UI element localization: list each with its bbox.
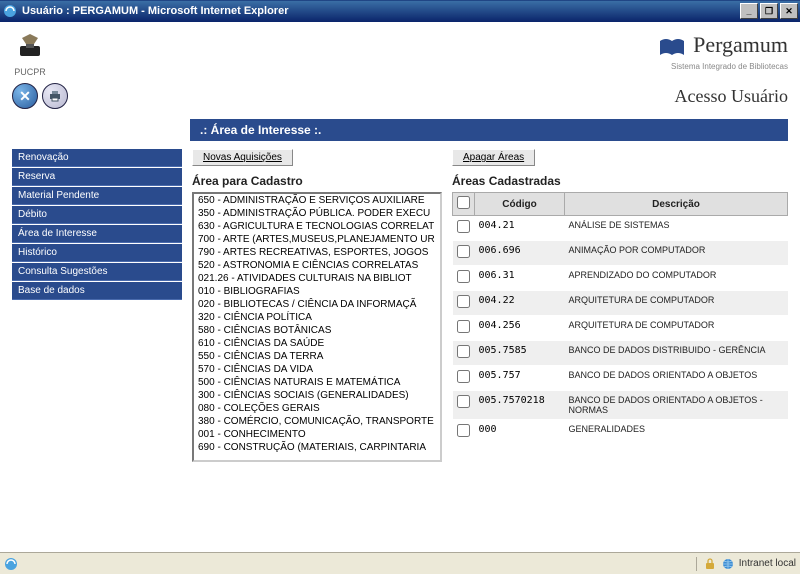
areas-cadastradas-table: Código Descrição 004.21ANÁLISE DE SISTEM… — [452, 192, 788, 445]
row-desc: ARQUITETURA DE COMPUTADOR — [565, 291, 788, 316]
row-checkbox[interactable] — [457, 270, 470, 283]
novas-aquisicoes-button[interactable]: Novas Aquisições — [192, 149, 293, 166]
close-panel-button[interactable]: ✕ — [12, 83, 38, 109]
table-row: 005.7570218BANCO DE DADOS ORIENTADO A OB… — [453, 391, 788, 420]
listbox-item[interactable]: 580 - CIÊNCIAS BOTÂNICAS — [194, 324, 440, 337]
listbox-item[interactable]: 021.26 - ATIVIDADES CULTURAIS NA BIBLIOT — [194, 272, 440, 285]
row-code: 005.7570218 — [475, 391, 565, 420]
row-code: 005.7585 — [475, 341, 565, 366]
globe-icon — [721, 557, 735, 571]
print-button[interactable] — [42, 83, 68, 109]
maximize-button[interactable]: ❐ — [760, 3, 778, 19]
listbox-item[interactable]: 610 - CIÊNCIAS DA SAÚDE — [194, 337, 440, 350]
table-row: 005.7585BANCO DE DADOS DISTRIBUIDO - GER… — [453, 341, 788, 366]
listbox-item[interactable]: 790 - ARTES RECREATIVAS, ESPORTES, JOGOS — [194, 246, 440, 259]
row-checkbox[interactable] — [457, 395, 470, 408]
row-desc: GENERALIDADES — [565, 420, 788, 445]
row-desc: APRENDIZADO DO COMPUTADOR — [565, 266, 788, 291]
table-row: 006.31APRENDIZADO DO COMPUTADOR — [453, 266, 788, 291]
listbox-item[interactable]: 630 - AGRICULTURA E TECNOLOGIAS CORRELAT — [194, 220, 440, 233]
brand-subtitle: Sistema Integrado de Bibliotecas — [658, 62, 788, 71]
pucpr-crest-icon — [12, 32, 48, 62]
row-desc: BANCO DE DADOS ORIENTADO A OBJETOS — [565, 366, 788, 391]
th-codigo: Código — [475, 193, 565, 216]
listbox-item[interactable]: 500 - CIÊNCIAS NATURAIS E MATEMÁTICA — [194, 376, 440, 389]
sidebar-menu: RenovaçãoReservaMaterial PendenteDébitoÁ… — [12, 149, 182, 462]
area-cadastro-listbox[interactable]: 650 - ADMINISTRAÇÃO E SERVIÇOS AUXILIARE… — [192, 192, 442, 462]
table-row: 006.696ANIMAÇÃO POR COMPUTADOR — [453, 241, 788, 266]
row-code: 004.256 — [475, 316, 565, 341]
status-zone: Intranet local — [739, 558, 796, 569]
row-checkbox[interactable] — [457, 424, 470, 437]
row-checkbox[interactable] — [457, 345, 470, 358]
row-desc: BANCO DE DADOS DISTRIBUIDO - GERÊNCIA — [565, 341, 788, 366]
listbox-item[interactable]: 380 - COMÉRCIO, COMUNICAÇÃO, TRANSPORTE — [194, 415, 440, 428]
areas-cadastradas-title: Áreas Cadastradas — [452, 174, 788, 188]
table-row: 000GENERALIDADES — [453, 420, 788, 445]
select-all-checkbox[interactable] — [457, 196, 470, 209]
listbox-item[interactable]: 300 - CIÊNCIAS SOCIAIS (GENERALIDADES) — [194, 389, 440, 402]
window-title: Usuário : PERGAMUM - Microsoft Internet … — [22, 5, 740, 17]
row-checkbox[interactable] — [457, 220, 470, 233]
listbox-item[interactable]: 570 - CIÊNCIAS DA VIDA — [194, 363, 440, 376]
access-user-label: Acesso Usuário — [675, 86, 788, 107]
listbox-item[interactable]: 520 - ASTRONOMIA E CIÊNCIAS CORRELATAS — [194, 259, 440, 272]
table-row: 004.22ARQUITETURA DE COMPUTADOR — [453, 291, 788, 316]
section-header: .: Área de Interesse :. — [190, 119, 788, 141]
sidebar-item[interactable]: Área de Interesse — [12, 225, 182, 243]
sidebar-item[interactable]: Base de dados — [12, 282, 182, 300]
ie-icon — [2, 3, 18, 19]
table-row: 004.21ANÁLISE DE SISTEMAS — [453, 216, 788, 241]
sidebar-item[interactable]: Renovação — [12, 149, 182, 167]
sidebar-item[interactable]: Reserva — [12, 168, 182, 186]
minimize-button[interactable]: _ — [740, 3, 758, 19]
row-code: 000 — [475, 420, 565, 445]
sidebar-item[interactable]: Consulta Sugestões — [12, 263, 182, 281]
pucpr-logo: PUCPR — [12, 32, 48, 77]
pergamum-logo: Pergamum Sistema Integrado de Biblioteca… — [658, 32, 788, 71]
row-desc: BANCO DE DADOS ORIENTADO A OBJETOS - NOR… — [565, 391, 788, 420]
row-code: 004.21 — [475, 216, 565, 241]
listbox-item[interactable]: 700 - ARTE (ARTES,MUSEUS,PLANEJAMENTO UR — [194, 233, 440, 246]
close-button[interactable]: ✕ — [780, 3, 798, 19]
brand-name: Pergamum — [693, 32, 788, 57]
sidebar-item[interactable]: Histórico — [12, 244, 182, 262]
table-row: 004.256ARQUITETURA DE COMPUTADOR — [453, 316, 788, 341]
status-bar: Intranet local — [0, 552, 800, 574]
listbox-item[interactable]: 690 - CONSTRUÇÃO (MATERIAIS, CARPINTARIA — [194, 441, 440, 454]
row-checkbox[interactable] — [457, 245, 470, 258]
sidebar-item[interactable]: Débito — [12, 206, 182, 224]
th-descricao: Descrição — [565, 193, 788, 216]
row-checkbox[interactable] — [457, 295, 470, 308]
page-body: PUCPR Pergamum Sistema Integrado de Bibl… — [0, 22, 800, 552]
row-desc: ANÁLISE DE SISTEMAS — [565, 216, 788, 241]
lock-icon — [703, 557, 717, 571]
apagar-areas-button[interactable]: Apagar Áreas — [452, 149, 535, 166]
pucpr-label: PUCPR — [12, 67, 48, 77]
printer-icon — [48, 89, 62, 103]
table-row: 005.757BANCO DE DADOS ORIENTADO A OBJETO… — [453, 366, 788, 391]
listbox-item[interactable]: 350 - ADMINISTRAÇÃO PÚBLICA. PODER EXECU — [194, 207, 440, 220]
ie-status-icon — [4, 557, 18, 571]
pergamum-book-icon — [658, 37, 686, 62]
sidebar-item[interactable]: Material Pendente — [12, 187, 182, 205]
row-code: 004.22 — [475, 291, 565, 316]
row-checkbox[interactable] — [457, 370, 470, 383]
row-code: 005.757 — [475, 366, 565, 391]
listbox-item[interactable]: 550 - CIÊNCIAS DA TERRA — [194, 350, 440, 363]
listbox-item[interactable]: 650 - ADMINISTRAÇÃO E SERVIÇOS AUXILIARE — [194, 194, 440, 207]
listbox-item[interactable]: 320 - CIÊNCIA POLÍTICA — [194, 311, 440, 324]
row-checkbox[interactable] — [457, 320, 470, 333]
row-code: 006.31 — [475, 266, 565, 291]
listbox-item[interactable]: 080 - COLEÇÕES GERAIS — [194, 402, 440, 415]
window-titlebar: Usuário : PERGAMUM - Microsoft Internet … — [0, 0, 800, 22]
row-desc: ARQUITETURA DE COMPUTADOR — [565, 316, 788, 341]
row-code: 006.696 — [475, 241, 565, 266]
area-cadastro-title: Área para Cadastro — [192, 174, 442, 188]
listbox-item[interactable]: 020 - BIBLIOTECAS / CIÊNCIA DA INFORMAÇÃ — [194, 298, 440, 311]
listbox-item[interactable]: 001 - CONHECIMENTO — [194, 428, 440, 441]
listbox-item[interactable]: 010 - BIBLIOGRAFIAS — [194, 285, 440, 298]
row-desc: ANIMAÇÃO POR COMPUTADOR — [565, 241, 788, 266]
